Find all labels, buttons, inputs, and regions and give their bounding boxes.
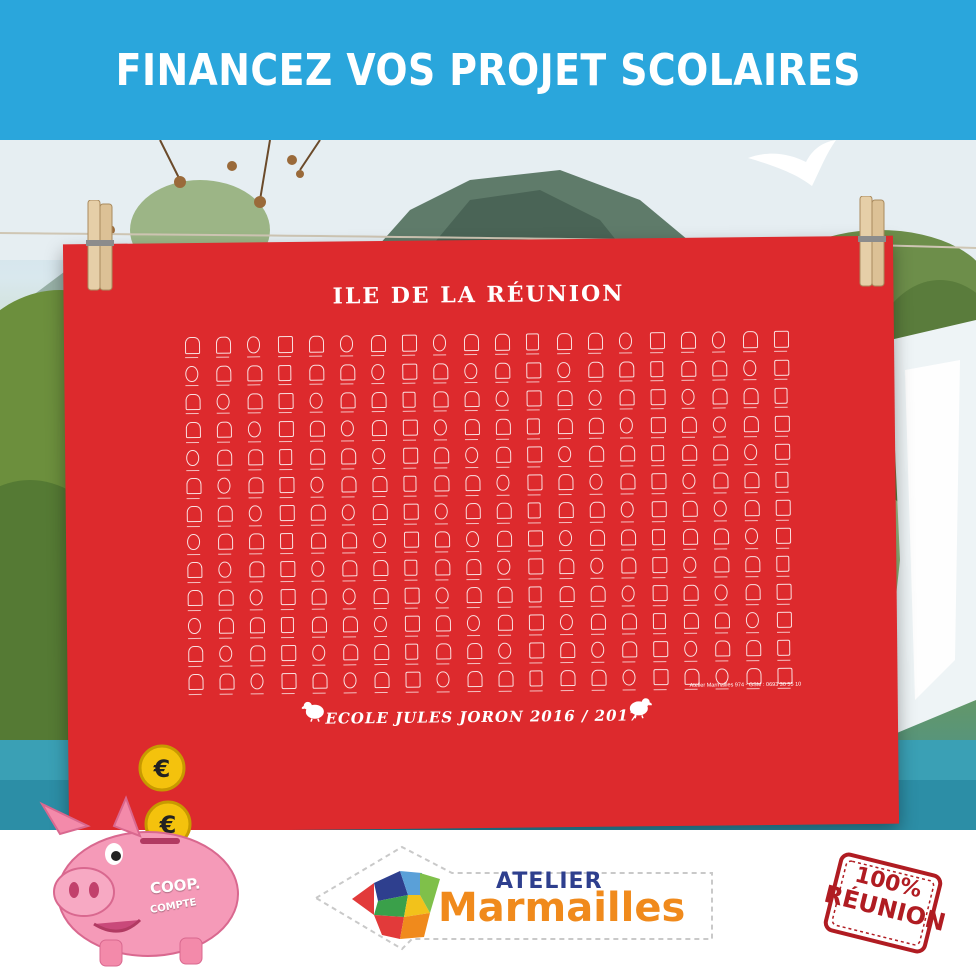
children-drawings-grid <box>176 327 800 698</box>
banner-title: FINANCEZ VOS PROJET SCOLAIRES <box>115 44 861 96</box>
clothespin-left <box>86 200 114 291</box>
towel-title: ILE DE LA RÉUNION <box>332 280 625 310</box>
clothespin-right <box>858 196 886 287</box>
school-name: ECOLE JULES JORON 2016 / 2017 <box>325 706 641 728</box>
towel-contact: Atelier Marmailles 974 - GSM : 0693 30 5… <box>689 681 802 689</box>
tea-towel: ILE DE LA RÉUNION ECOLE JULES JORON 2016… <box>62 235 900 833</box>
piggy-bank-icon: € € <box>39 744 239 967</box>
header-banner: FINANCEZ VOS PROJET SCOLAIRES <box>0 0 976 140</box>
coin-euro-symbol: € <box>153 755 171 783</box>
logo-line2: Marmailles <box>438 885 686 931</box>
